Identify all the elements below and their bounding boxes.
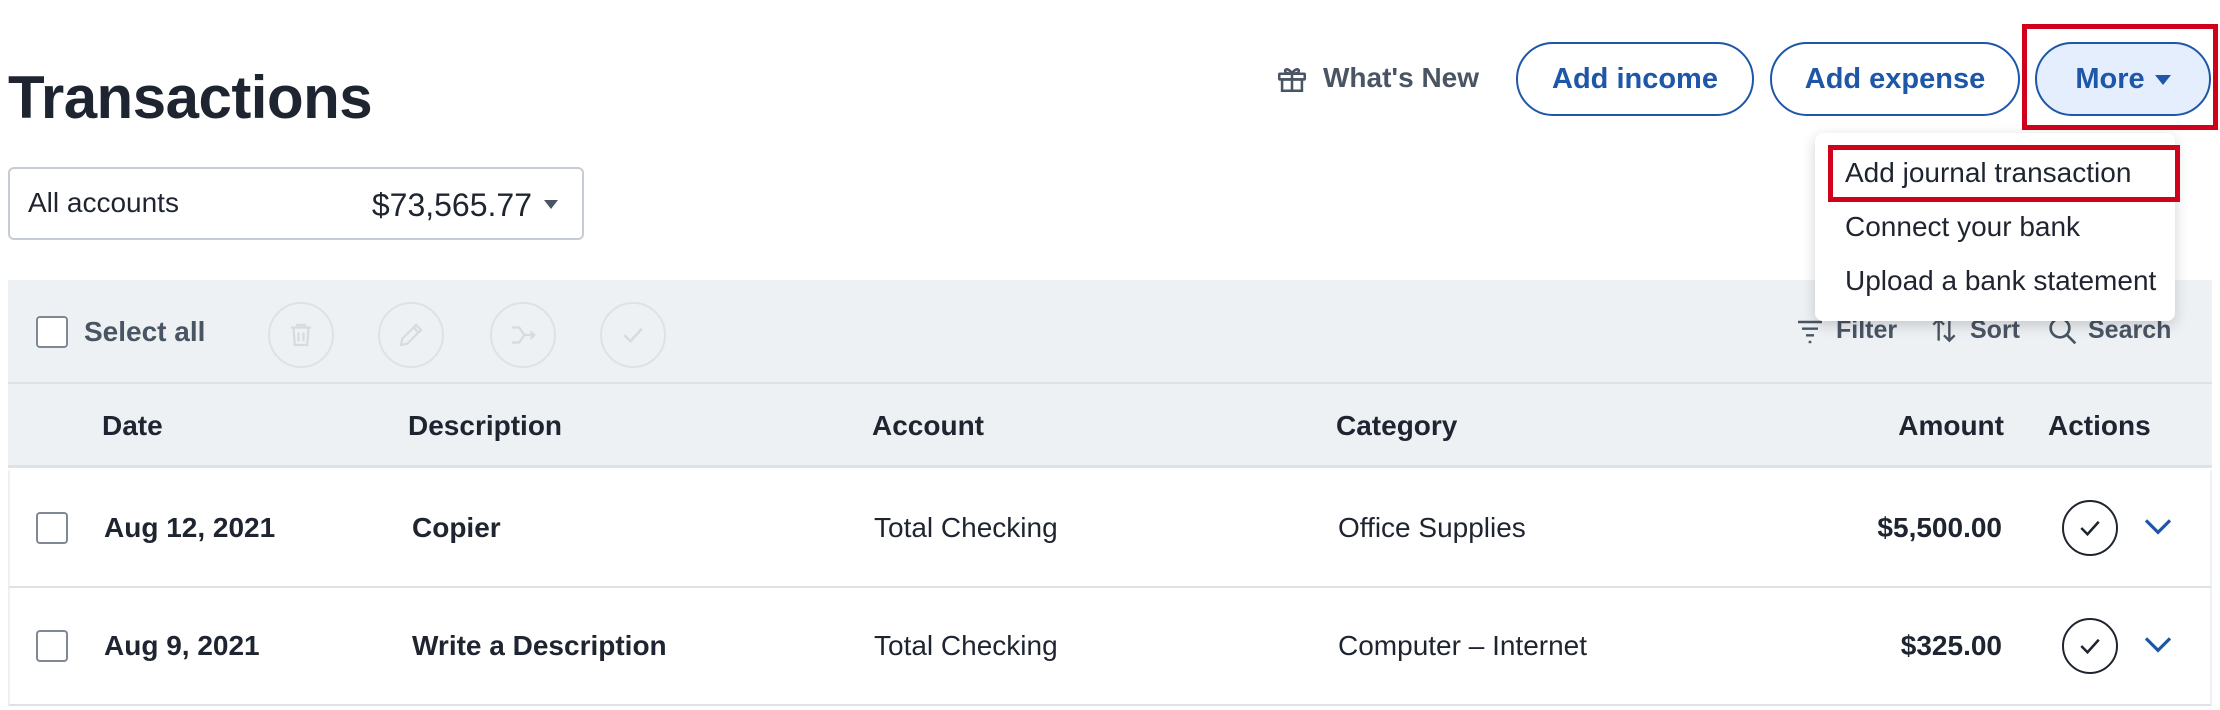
delete-button[interactable] xyxy=(268,302,334,368)
more-dropdown-menu: Add journal transaction Connect your ban… xyxy=(1815,133,2175,321)
row-date: Aug 9, 2021 xyxy=(104,630,260,661)
column-header-actions: Actions xyxy=(2048,410,2151,441)
row-amount: $5,500.00 xyxy=(1877,512,2002,543)
column-header-description[interactable]: Description xyxy=(408,410,562,442)
column-header-date[interactable]: Date xyxy=(102,410,163,442)
menu-item-add-journal-transaction[interactable]: Add journal transaction xyxy=(1845,153,2131,193)
add-income-button[interactable]: Add income xyxy=(1516,42,1754,116)
caret-down-icon xyxy=(2154,75,2171,85)
menu-item-connect-your-bank[interactable]: Connect your bank xyxy=(1845,207,2080,247)
row-description[interactable]: Write a Description xyxy=(412,630,667,662)
approve-button[interactable] xyxy=(2062,500,2118,556)
account-selector[interactable]: All accounts $73,565.77 xyxy=(8,167,584,240)
account-selector-amount: $73,565.77 xyxy=(371,187,532,223)
column-header-account[interactable]: Account xyxy=(872,410,984,442)
select-all-label: Select all xyxy=(84,316,206,347)
menu-item-upload-bank-statement[interactable]: Upload a bank statement xyxy=(1845,261,2156,301)
row-category[interactable]: Computer – Internet xyxy=(1338,630,1587,662)
table-row[interactable]: Aug 9, 2021 Write a Description Total Ch… xyxy=(8,588,2212,706)
chevron-down-icon[interactable] xyxy=(2142,632,2174,658)
column-header-category[interactable]: Category xyxy=(1336,410,1457,442)
merge-icon xyxy=(511,326,536,344)
edit-button[interactable] xyxy=(378,302,444,368)
add-expense-button[interactable]: Add expense xyxy=(1770,42,2020,116)
whats-new-link[interactable]: What's New xyxy=(1275,55,1479,100)
page-title: Transactions xyxy=(8,64,373,131)
chevron-down-icon[interactable] xyxy=(2142,514,2174,540)
trash-icon xyxy=(291,323,311,347)
row-account: Total Checking xyxy=(874,512,1058,543)
select-all-checkbox[interactable] xyxy=(36,316,68,348)
row-date: Aug 12, 2021 xyxy=(104,512,276,543)
row-checkbox[interactable] xyxy=(36,630,68,662)
account-selector-label: All accounts xyxy=(28,187,179,218)
more-button-label: More xyxy=(2075,62,2145,95)
approve-selected-button[interactable] xyxy=(600,302,666,368)
merge-button[interactable] xyxy=(490,302,556,368)
caret-down-icon xyxy=(544,200,558,209)
check-icon xyxy=(2080,520,2100,537)
whats-new-label: What's New xyxy=(1323,61,1480,93)
approve-button[interactable] xyxy=(2062,618,2118,674)
row-category[interactable]: Office Supplies xyxy=(1338,512,1526,544)
table-header: Date Description Account Category Amount… xyxy=(8,384,2212,468)
check-icon xyxy=(2080,638,2100,655)
row-checkbox[interactable] xyxy=(36,512,68,544)
row-description[interactable]: Copier xyxy=(412,512,501,544)
check-icon xyxy=(623,327,643,344)
row-account: Total Checking xyxy=(874,630,1058,661)
pencil-icon xyxy=(399,323,423,347)
gift-icon xyxy=(1277,67,1307,92)
column-header-amount[interactable]: Amount xyxy=(1898,410,2004,442)
row-amount: $325.00 xyxy=(1900,630,2002,661)
table-row[interactable]: Aug 12, 2021 Copier Total Checking Offic… xyxy=(8,470,2212,588)
more-button[interactable]: More xyxy=(2035,42,2211,116)
